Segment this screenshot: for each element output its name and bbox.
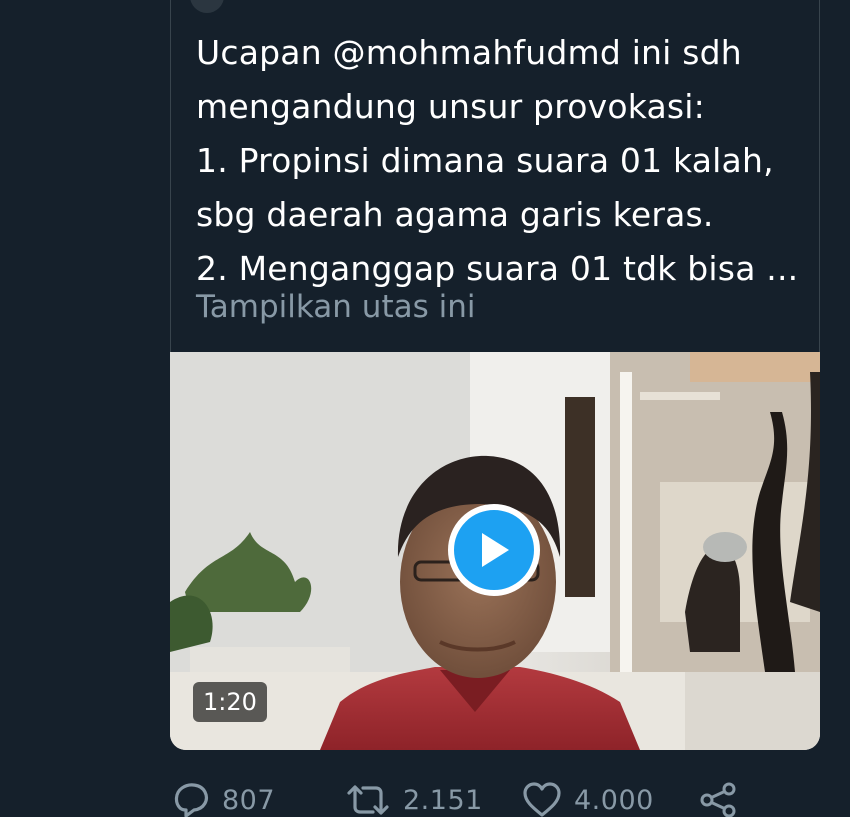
retweet-count: 2.151 [403, 784, 483, 816]
tweet-text-line: sbg daerah agama garis keras. [196, 195, 714, 234]
share-button[interactable] [698, 778, 738, 817]
tweet-text-line: 1. Propinsi dimana suara 01 kalah, [196, 141, 774, 180]
play-button[interactable] [448, 504, 540, 596]
show-thread-link[interactable]: Tampilkan utas ini [196, 280, 475, 334]
tweet-text-line: mengandung unsur provokasi: [196, 87, 705, 126]
like-count: 4.000 [574, 784, 654, 816]
retweet-icon [347, 785, 389, 815]
play-icon [482, 533, 509, 567]
retweet-button[interactable]: 2.151 [345, 778, 483, 817]
tweet-text: Ucapan @mohmahfudmd ini sdh mengandung u… [196, 26, 806, 296]
reply-icon [174, 783, 208, 817]
reply-button[interactable]: 807 [172, 778, 275, 817]
share-icon [700, 782, 736, 817]
tweet-screen: Ucapan @mohmahfudmd ini sdh mengandung u… [0, 0, 850, 817]
video-duration: 1:20 [193, 682, 267, 722]
tweet-text-line: Ucapan @mohmahfudmd ini sdh [196, 33, 742, 72]
like-icon [523, 782, 561, 817]
quoted-tweet-header [190, 0, 794, 13]
like-button[interactable]: 4.000 [522, 778, 654, 817]
tweet-actions-bar: 807 2.151 4.000 [170, 778, 770, 817]
reply-count: 807 [222, 784, 276, 816]
